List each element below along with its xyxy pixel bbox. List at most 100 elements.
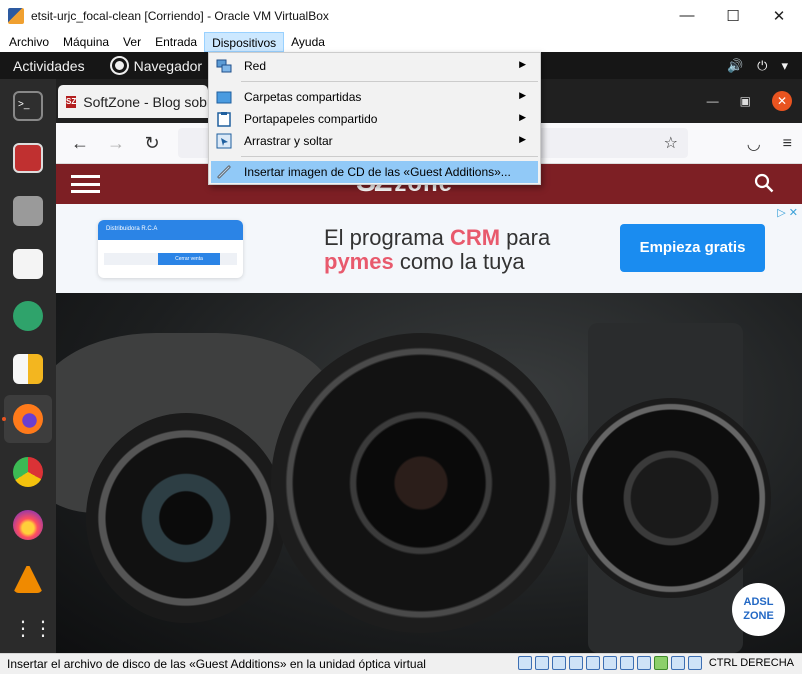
- host-key-label: CTRL DERECHA: [708, 657, 794, 669]
- ad-line1-pre: El programa: [324, 225, 450, 250]
- submenu-arrow-icon: ▶: [519, 134, 526, 144]
- text-editor-icon[interactable]: [13, 249, 43, 279]
- shared-folders-icon[interactable]: [602, 656, 617, 670]
- submenu-arrow-icon: ▶: [519, 59, 526, 69]
- menuitem-label: Portapapeles compartido: [244, 112, 378, 126]
- ad-headline: El programa CRM para pymes como la tuya: [324, 226, 550, 274]
- menuitem-portapapeles-compartido[interactable]: Portapapeles compartido ▶: [209, 108, 540, 130]
- folder-icon: [216, 91, 232, 104]
- window-title: etsit-urjc_focal-clean [Corriendo] - Ora…: [31, 8, 329, 23]
- reload-icon[interactable]: ↻: [134, 133, 170, 154]
- back-arrow-icon[interactable]: ←: [62, 133, 98, 154]
- firefox-dev-icon[interactable]: [13, 510, 43, 540]
- maximize-button[interactable]: ☐: [710, 0, 756, 31]
- firefox-icon[interactable]: [13, 404, 43, 434]
- menuitem-carpetas-compartidas[interactable]: Carpetas compartidas ▶: [209, 86, 540, 108]
- toolbar-right: ◡ ≡: [747, 123, 792, 164]
- pocket-icon[interactable]: ◡: [747, 134, 761, 154]
- advertisement-banner[interactable]: Distribuidora R.C.A Cerrar venta El prog…: [56, 204, 802, 293]
- ff-minimize-icon[interactable]: —: [707, 94, 719, 108]
- menuitem-label: Insertar imagen de CD de las «Guest Addi…: [244, 165, 511, 179]
- menuitem-label: Carpetas compartidas: [244, 90, 362, 104]
- site-menu-icon[interactable]: [71, 175, 100, 193]
- optical-drive-icon[interactable]: [534, 656, 549, 670]
- running-indicator: [2, 417, 6, 421]
- show-apps-icon[interactable]: ⋮⋮: [13, 614, 53, 644]
- atom-icon[interactable]: [13, 301, 43, 331]
- hamburger-menu-icon[interactable]: ≡: [783, 135, 792, 153]
- keyboard-capture-icon[interactable]: [687, 656, 702, 670]
- network-status-icon[interactable]: [568, 656, 583, 670]
- status-message: Insertar el archivo de disco de las «Gue…: [7, 657, 426, 671]
- ad-line1-highlight: CRM: [449, 225, 501, 250]
- ad-line2-highlight: pymes: [324, 249, 394, 274]
- ff-close-icon[interactable]: ✕: [772, 91, 792, 111]
- adchoices-icon[interactable]: ▷ ✕: [777, 206, 798, 219]
- menuitem-arrastrar-y-soltar[interactable]: Arrastrar y soltar ▶: [209, 130, 540, 152]
- display-icon[interactable]: [619, 656, 634, 670]
- close-button[interactable]: ✕: [756, 0, 802, 31]
- large-camera-lens: [271, 333, 571, 633]
- cd-icon: [217, 165, 231, 179]
- menuitem-label: Arrastrar y soltar: [244, 134, 333, 148]
- calculator-icon[interactable]: [13, 354, 43, 384]
- ff-maximize-icon[interactable]: ▣: [740, 94, 751, 108]
- softzone-favicon: SZ: [66, 95, 77, 108]
- hard-disk-icon[interactable]: [517, 656, 532, 670]
- minimize-button[interactable]: —: [664, 0, 710, 31]
- menu-dispositivos[interactable]: Dispositivos: [204, 31, 285, 52]
- firefox-window-controls: — ▣ ✕: [707, 79, 792, 123]
- status-bar: Insertar el archivo de disco de las «Gue…: [0, 653, 802, 674]
- virtualbox-icon: [8, 7, 24, 24]
- menu-separator: [241, 156, 538, 157]
- ad-line2-post: como la tuya: [393, 249, 525, 274]
- menu-maquina[interactable]: Máquina: [56, 32, 116, 52]
- activities-button[interactable]: Actividades: [13, 58, 85, 74]
- chrome-icon[interactable]: [13, 457, 43, 487]
- video-capture-icon[interactable]: [636, 656, 651, 670]
- submenu-arrow-icon: ▶: [519, 112, 526, 122]
- bookmark-star-icon[interactable]: ☆: [664, 133, 678, 153]
- tray-chevron-down-icon: ▾: [781, 57, 788, 73]
- ad-line1-post: para: [500, 225, 551, 250]
- vt-x-icon[interactable]: [653, 656, 668, 670]
- system-tray[interactable]: 🔊 ⏻ ▾: [727, 52, 788, 79]
- ubuntu-dock: >_ ⋮⋮: [0, 79, 56, 653]
- ad-mockup-image: Distribuidora R.C.A Cerrar venta: [98, 220, 243, 278]
- meteor-lens: [571, 398, 771, 598]
- menuitem-insertar-guest-additions[interactable]: Insertar imagen de CD de las «Guest Addi…: [211, 161, 538, 183]
- files-icon[interactable]: [13, 196, 43, 226]
- menu-entrada[interactable]: Entrada: [148, 32, 204, 52]
- menuitem-red[interactable]: Red ▶: [209, 55, 540, 77]
- tab-softzone[interactable]: SZ SoftZone - Blog sobre software: [58, 85, 208, 118]
- audio-icon[interactable]: [551, 656, 566, 670]
- network-icon: [216, 59, 232, 73]
- volume-icon: 🔊: [726, 57, 744, 73]
- menu-separator: [241, 81, 538, 82]
- site-search-icon[interactable]: [754, 173, 774, 193]
- terminal-icon[interactable]: >_: [13, 91, 43, 121]
- menu-archivo[interactable]: Archivo: [2, 32, 56, 52]
- app-menu[interactable]: Navegador: [111, 57, 203, 74]
- drag-drop-icon: [216, 133, 232, 149]
- usb-icon[interactable]: [585, 656, 600, 670]
- app-name: Navegador: [133, 57, 203, 74]
- window-titlebar: etsit-urjc_focal-clean [Corriendo] - Ora…: [0, 0, 802, 31]
- dispositivos-dropdown: Red ▶ Carpetas compartidas ▶ Portapapele…: [208, 52, 541, 185]
- remote-desktop-icon[interactable]: [13, 143, 43, 173]
- tab-title: SoftZone - Blog sobre software: [83, 93, 208, 110]
- menu-ver[interactable]: Ver: [116, 32, 148, 52]
- menubar: Archivo Máquina Ver Entrada Dispositivos…: [0, 31, 802, 52]
- article-hero-image[interactable]: ADSL ZONE: [56, 293, 802, 653]
- sony-camera-lens: [86, 413, 286, 623]
- ad-cta-button[interactable]: Empieza gratis: [620, 224, 765, 272]
- mouse-integration-icon[interactable]: [670, 656, 685, 670]
- vlc-icon[interactable]: [13, 563, 43, 593]
- menuitem-label: Red: [244, 59, 267, 73]
- status-icons: CTRL DERECHA: [517, 656, 794, 670]
- ad-mockup-button: Cerrar venta: [158, 253, 220, 265]
- adslzone-watermark: ADSL ZONE: [732, 583, 785, 636]
- menu-ayuda[interactable]: Ayuda: [284, 32, 332, 52]
- power-icon: ⏻: [757, 57, 768, 73]
- forward-arrow-icon[interactable]: →: [98, 133, 134, 154]
